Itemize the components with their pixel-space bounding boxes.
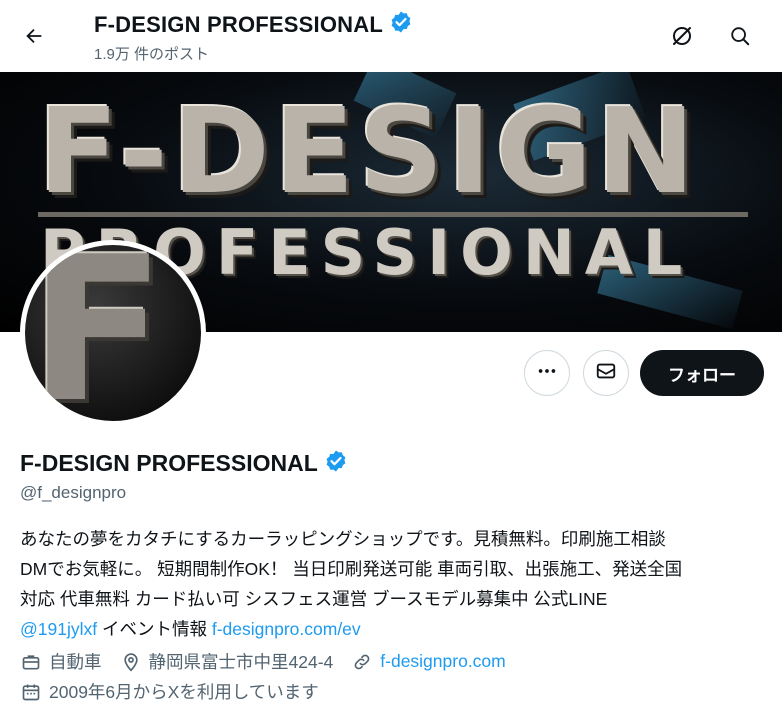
bio-event-text: イベント情報: [97, 619, 212, 639]
profile-handle: @f_designpro: [20, 483, 127, 502]
bio-mention-link[interactable]: @191jylxf: [20, 619, 97, 639]
link-icon: [351, 651, 373, 673]
follow-button[interactable]: フォロー: [640, 350, 764, 396]
joined-label: 2009年6月からXを利用しています: [49, 682, 319, 702]
verified-badge-icon[interactable]: [324, 449, 348, 478]
bio-line: あなたの夢をカタチにするカーラッピングショップです。見積無料。印刷施工相談: [20, 529, 666, 549]
location-pin-icon: [120, 651, 142, 673]
bio-line: @191jylxf イベント情報 f-designpro.com/ev: [20, 614, 770, 644]
bio-line: DMでお気軽に。 短期間制作OK！ 当日印刷発送可能 車両引取、出張施工、発送全…: [20, 559, 683, 579]
avatar[interactable]: F: [20, 240, 206, 426]
banner-logo-text: F-DESIGN: [38, 82, 700, 220]
avatar-image: F: [25, 245, 201, 421]
bio-url-link[interactable]: f-designpro.com/ev: [212, 619, 361, 639]
verified-badge-icon: [389, 10, 413, 39]
profile-bio: あなたの夢をカタチにするカーラッピングショップです。見積無料。印刷施工相談 DM…: [20, 524, 770, 644]
profile-name-row: F-DESIGN PROFESSIONAL: [20, 449, 348, 478]
post-count: 1.9万 件のポスト: [94, 46, 210, 63]
profile-meta-row: 自動車 静岡県富士市中里424-4 f-designpro.com: [20, 649, 524, 674]
more-button[interactable]: [524, 350, 570, 396]
header-title-block: F-DESIGN PROFESSIONAL 1.9万 件のポスト: [94, 10, 413, 64]
location-label: 静岡県富士市中里424-4: [148, 652, 334, 672]
more-dots-icon: [536, 360, 558, 387]
message-button[interactable]: [583, 350, 629, 396]
briefcase-icon: [20, 651, 42, 673]
top-bar: F-DESIGN PROFESSIONAL 1.9万 件のポスト: [0, 0, 782, 72]
search-icon: [729, 25, 751, 52]
profile-name: F-DESIGN PROFESSIONAL: [20, 450, 318, 476]
category-label: 自動車: [49, 652, 102, 672]
arrow-left-icon: [23, 25, 45, 52]
search-button[interactable]: [720, 18, 760, 58]
website-link[interactable]: f-designpro.com: [380, 651, 505, 672]
envelope-icon: [595, 360, 617, 387]
profile-joined-row: 2009年6月からXを利用しています: [20, 679, 337, 704]
back-button[interactable]: [14, 18, 54, 58]
location-item: 静岡県富士市中里424-4: [120, 649, 334, 674]
grok-icon: [670, 24, 694, 53]
category-item: 自動車: [20, 649, 102, 674]
joined-item: 2009年6月からXを利用しています: [20, 679, 319, 704]
website-item: f-designpro.com: [351, 651, 506, 673]
calendar-icon: [20, 681, 42, 703]
grok-button[interactable]: [662, 18, 702, 58]
bio-line: 対応 代車無料 カード払い可 シスフェス運営 ブースモデル募集中 公式LINE: [20, 589, 608, 609]
header-title: F-DESIGN PROFESSIONAL: [94, 11, 383, 37]
avatar-logo-letter: F: [29, 245, 166, 421]
